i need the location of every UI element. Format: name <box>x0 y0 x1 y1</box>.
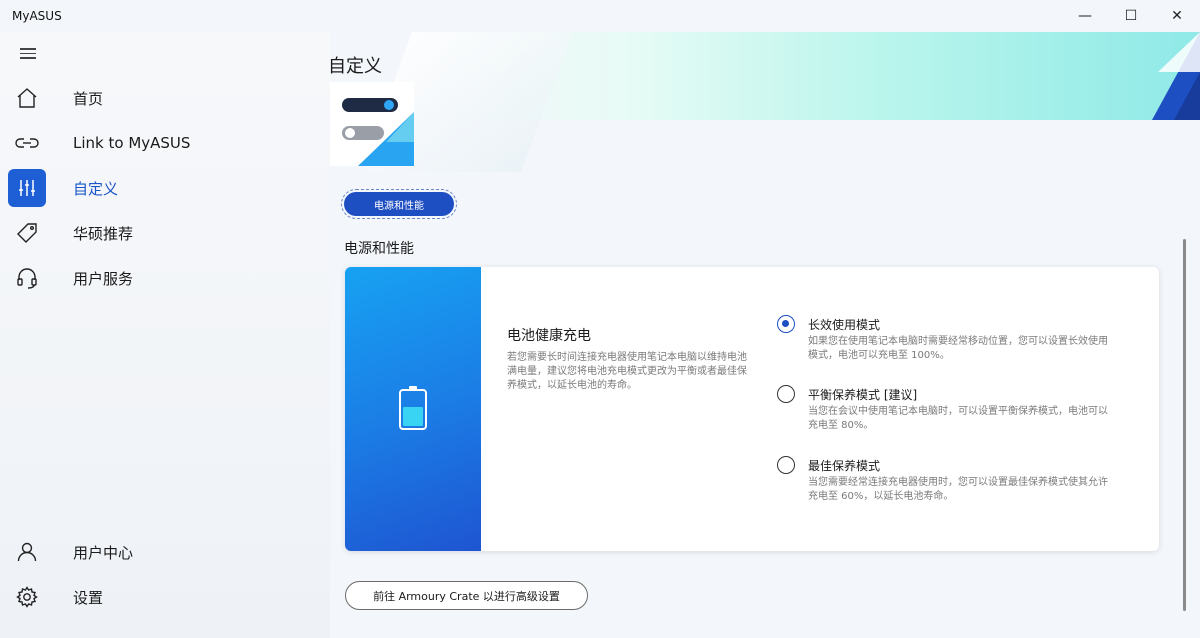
sidebar-item-label: 用户中心 <box>73 543 134 562</box>
balanced-radio[interactable] <box>777 385 795 403</box>
option-title: 长效使用模式 <box>808 318 881 332</box>
sidebar-item-home[interactable]: 首页 <box>8 79 318 117</box>
sidebar-item-label: 华硕推荐 <box>73 224 134 243</box>
sidebar-item-settings[interactable]: 设置 <box>8 578 318 616</box>
sidebar-item-label: Link to MyASUS <box>73 134 191 152</box>
battery-icon <box>399 386 427 430</box>
home-icon <box>8 79 46 117</box>
maximize-icon: ☐ <box>1124 8 1138 24</box>
power-performance-button[interactable]: 电源和性能 <box>341 189 457 219</box>
headset-icon <box>8 259 46 297</box>
option-description: 当您在会议中使用笔记本电脑时，可以设置平衡保养模式，电池可以充电至 80%。 <box>808 406 1108 431</box>
tag-icon <box>8 214 46 252</box>
longevity-radio[interactable] <box>777 315 795 333</box>
sidebar-item-user-service[interactable]: 用户服务 <box>8 259 318 297</box>
battery-health-card: 电池健康充电 若您需要长时间连接充电器使用笔记本电脑以维持电池满电量，建议您将电… <box>345 267 1159 551</box>
option-title: 平衡保养模式 [建议] <box>808 388 918 402</box>
sidebar-item-label: 自定义 <box>73 179 119 198</box>
app-title: MyASUS <box>12 9 62 23</box>
sidebar-item-label: 首页 <box>73 89 104 108</box>
battery-charging-heading: 电池健康充电 <box>507 328 591 344</box>
page-title: 自定义 <box>330 56 382 77</box>
option-title: 最佳保养模式 <box>808 459 881 473</box>
user-icon <box>8 533 46 571</box>
battery-charging-description: 若您需要长时间连接充电器使用笔记本电脑以维持电池满电量，建议您将电池充电模式更改… <box>507 352 747 391</box>
corner-decoration-graphic <box>1152 32 1200 120</box>
scrollbar[interactable] <box>1183 239 1186 611</box>
minimize-icon: — <box>1078 8 1092 24</box>
sidebar: 首页 Link to MyASUS 自定义 华硕推荐 用户服务 用户中心 设置 <box>0 32 330 638</box>
sidebar-item-label: 用户服务 <box>73 269 134 288</box>
link-icon <box>8 124 46 162</box>
close-icon: ✕ <box>1171 8 1183 24</box>
gear-icon <box>8 578 46 616</box>
maximize-button[interactable]: ☐ <box>1108 0 1154 32</box>
toggle-illustration <box>330 82 414 166</box>
option-description: 如果您在使用笔记本电脑时需要经常移动位置，您可以设置长效使用模式，电池可以充电至… <box>808 336 1108 361</box>
hamburger-menu-icon[interactable] <box>20 48 36 60</box>
minimize-button[interactable]: — <box>1062 0 1108 32</box>
armoury-crate-button[interactable]: 前往 Armoury Crate 以进行高级设置 <box>345 581 588 610</box>
sidebar-item-link-to-myasus[interactable]: Link to MyASUS <box>8 124 318 162</box>
option-description: 当您需要经常连接充电器使用时，您可以设置最佳保养模式使其允许充电至 60%，以延… <box>808 477 1108 502</box>
section-title: 电源和性能 <box>344 241 414 257</box>
close-button[interactable]: ✕ <box>1154 0 1200 32</box>
sidebar-item-customize[interactable]: 自定义 <box>8 169 318 207</box>
card-side-panel <box>345 267 481 551</box>
sliders-icon <box>8 169 46 207</box>
title-bar: MyASUS — ☐ ✕ <box>0 0 1200 32</box>
window-controls: — ☐ ✕ <box>1062 0 1200 32</box>
sidebar-item-label: 设置 <box>73 588 104 607</box>
main-content: 自定义 电源和性能 电源和性能 电池健康充电 若您需要长时间连接充电器使用笔记本… <box>330 32 1200 638</box>
sidebar-item-user-center[interactable]: 用户中心 <box>8 533 318 571</box>
best-care-radio[interactable] <box>777 456 795 474</box>
sidebar-item-recommend[interactable]: 华硕推荐 <box>8 214 318 252</box>
